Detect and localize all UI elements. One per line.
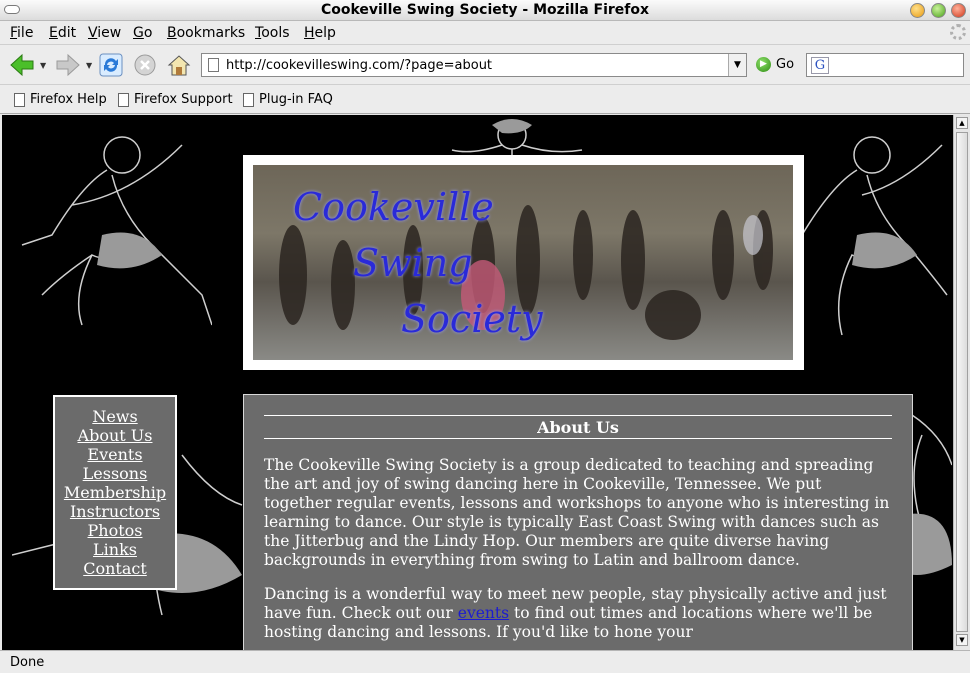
banner-photo: Cookeville Swing Society (253, 165, 793, 360)
main-content: About Us The Cookeville Swing Society is… (243, 394, 913, 650)
nav-link-photos[interactable]: Photos (55, 521, 175, 540)
reload-button[interactable] (97, 51, 125, 79)
throbber-icon (950, 24, 966, 40)
status-text: Done (10, 655, 45, 670)
back-arrow-icon (10, 53, 34, 77)
nav-link-instructors[interactable]: Instructors (55, 502, 175, 521)
web-page: Cookeville Swing Society News About Us E… (2, 115, 953, 650)
bookmark-page-icon (243, 92, 254, 107)
forward-history-chevron-down-icon[interactable]: ▼ (86, 61, 92, 70)
bookmark-page-icon (14, 92, 25, 107)
nav-link-events[interactable]: Events (55, 445, 175, 464)
menu-go[interactable]: Go (133, 25, 152, 41)
status-bar: Done (0, 650, 970, 673)
go-arrow-icon: ▶ (756, 57, 771, 72)
navigation-toolbar: ▼ ▼ ▼ ▶ Go G (0, 45, 970, 85)
bookmarks-toolbar: Firefox Help Firefox Support Plug-in FAQ (0, 85, 970, 114)
reload-icon (99, 53, 123, 77)
window-title: Cookeville Swing Society - Mozilla Firef… (320, 2, 650, 18)
back-button[interactable] (8, 51, 36, 79)
nav-link-lessons[interactable]: Lessons (55, 464, 175, 483)
url-input[interactable] (226, 56, 726, 74)
page-heading: About Us (537, 418, 619, 437)
page-scrollbar[interactable]: ▲ ▼ (953, 115, 970, 650)
banner-title: Cookeville Swing Society (293, 185, 543, 341)
menu-edit[interactable]: Edit (49, 25, 76, 41)
menu-bookmarks[interactable]: Bookmarks (167, 25, 245, 41)
menu-view[interactable]: View (88, 25, 121, 41)
search-input[interactable]: G (806, 53, 964, 77)
side-navigation: News About Us Events Lessons Membership … (53, 395, 177, 590)
close-button[interactable] (951, 3, 966, 18)
url-history-chevron-down-icon[interactable]: ▼ (728, 54, 746, 76)
maximize-button[interactable] (931, 3, 946, 18)
dancer-silhouette-image (21, 136, 212, 326)
google-search-engine-icon[interactable]: G (811, 57, 829, 74)
scroll-down-arrow-icon[interactable]: ▼ (956, 634, 968, 646)
url-bar[interactable]: ▼ (201, 53, 747, 77)
back-history-chevron-down-icon[interactable]: ▼ (40, 61, 46, 70)
nav-link-membership[interactable]: Membership (55, 483, 175, 502)
forward-arrow-icon (56, 53, 80, 77)
go-button[interactable]: ▶ Go (756, 57, 794, 72)
bookmark-firefox-support[interactable]: Firefox Support (118, 92, 233, 107)
scroll-up-arrow-icon[interactable]: ▲ (956, 117, 968, 129)
events-link[interactable]: events (458, 604, 509, 622)
menu-tools[interactable]: Tools (255, 25, 290, 41)
title-bar: Cookeville Swing Society - Mozilla Firef… (0, 0, 970, 21)
home-button[interactable] (165, 51, 193, 79)
dancer-silhouette-image (801, 136, 948, 336)
nav-link-about-us[interactable]: About Us (55, 426, 175, 445)
site-banner: Cookeville Swing Society (243, 155, 804, 370)
heading-divider (264, 438, 892, 439)
nav-link-contact[interactable]: Contact (55, 559, 175, 578)
minimize-button[interactable] (910, 3, 925, 18)
bookmark-plugin-faq[interactable]: Plug-in FAQ (243, 92, 333, 107)
page-icon (208, 58, 219, 72)
bookmark-firefox-help[interactable]: Firefox Help (14, 92, 107, 107)
about-paragraph: The Cookeville Swing Society is a group … (264, 456, 890, 569)
forward-button[interactable] (54, 51, 82, 79)
menu-help[interactable]: Help (304, 25, 336, 41)
nav-link-links[interactable]: Links (55, 540, 175, 559)
nav-link-news[interactable]: News (55, 407, 175, 426)
go-label: Go (776, 57, 795, 72)
about-paragraph-2: Dancing is a wonderful way to meet new p… (264, 585, 887, 641)
home-icon (167, 55, 191, 76)
bookmark-page-icon (118, 92, 129, 107)
stop-icon (134, 54, 156, 76)
menu-bar: File Edit View Go Bookmarks Tools Help (0, 21, 970, 45)
stop-button[interactable] (131, 51, 159, 79)
scrollbar-thumb[interactable] (956, 132, 968, 632)
menu-file[interactable]: File (10, 25, 33, 41)
